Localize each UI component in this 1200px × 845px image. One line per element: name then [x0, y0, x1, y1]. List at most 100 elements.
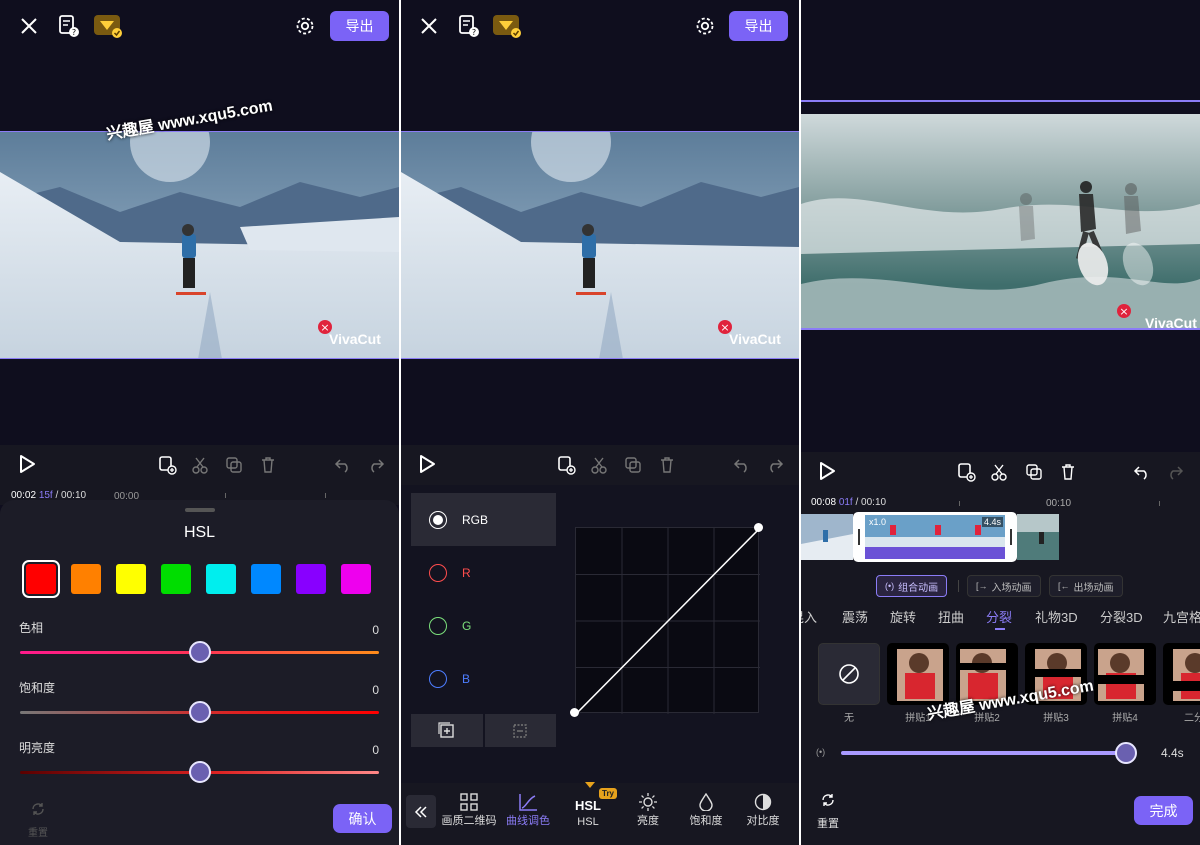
tab-brightness[interactable]: 亮度	[637, 812, 659, 828]
color-swatch[interactable]	[251, 564, 281, 594]
tab-combo-animation[interactable]: (•) 组合动画	[876, 575, 948, 597]
premium-diamond-icon[interactable]	[492, 13, 522, 39]
add-point-button[interactable]	[411, 714, 483, 747]
help-doc-icon[interactable]: ?	[58, 14, 80, 38]
split-scissors-icon[interactable]	[989, 462, 1009, 482]
category-item-selected[interactable]: 分裂	[986, 607, 1012, 626]
reset-icon[interactable]	[29, 800, 47, 818]
channel-rgb[interactable]: RGB	[411, 493, 556, 546]
color-swatch[interactable]	[71, 564, 101, 594]
color-swatch[interactable]	[116, 564, 146, 594]
effect-none[interactable]	[818, 643, 880, 705]
video-preview[interactable]: × VivaCut	[401, 131, 799, 359]
duplicate-icon[interactable]	[1024, 462, 1044, 482]
duplicate-icon[interactable]	[224, 455, 244, 475]
color-swatch[interactable]	[296, 564, 326, 594]
reset-label[interactable]: 重置	[28, 824, 48, 839]
out-animation-icon: [←	[1058, 581, 1070, 591]
brightness-slider-thumb[interactable]	[189, 761, 211, 783]
redo-icon[interactable]	[765, 455, 785, 475]
saturation-slider-thumb[interactable]	[189, 701, 211, 723]
channel-r[interactable]: R	[411, 546, 556, 599]
playback-toolbar: 00:08 01f / 00:10 00:10 x1.0 4.4s	[801, 452, 1200, 570]
trim-handle-right[interactable]	[1010, 529, 1012, 545]
effect-tile[interactable]	[1094, 643, 1156, 705]
effect-tile[interactable]	[887, 643, 949, 705]
done-button[interactable]: 完成	[1134, 796, 1193, 825]
redo-icon[interactable]	[366, 455, 386, 475]
add-clip-icon[interactable]	[557, 455, 577, 475]
curve-graph[interactable]	[575, 527, 761, 715]
effect-tile[interactable]	[1163, 643, 1200, 705]
add-clip-icon[interactable]	[957, 462, 977, 482]
add-clip-icon[interactable]	[158, 455, 178, 475]
play-icon[interactable]	[16, 453, 38, 475]
export-button[interactable]: 导出	[330, 11, 389, 41]
double-chevron-left-icon	[414, 805, 427, 818]
video-preview[interactable]: × VivaCut	[801, 100, 1200, 330]
duplicate-icon[interactable]	[623, 455, 643, 475]
selected-clip[interactable]: x1.0 4.4s	[853, 512, 1017, 562]
color-swatch[interactable]	[341, 564, 371, 594]
channel-label: R	[462, 565, 471, 580]
close-icon[interactable]	[418, 15, 440, 37]
tab-out-animation[interactable]: [← 出场动画	[1049, 575, 1123, 597]
duration-slider[interactable]	[841, 751, 1126, 755]
color-swatch[interactable]	[206, 564, 236, 594]
category-item[interactable]: 分裂3D	[1100, 607, 1143, 626]
settings-gear-icon[interactable]	[294, 15, 316, 37]
category-item[interactable]: 晃入	[801, 607, 817, 626]
category-item[interactable]: 震荡	[842, 607, 868, 626]
split-scissors-icon[interactable]	[589, 455, 609, 475]
redo-icon[interactable]	[1165, 462, 1185, 482]
play-icon[interactable]	[816, 460, 838, 482]
color-swatch-selected[interactable]	[22, 560, 60, 598]
undo-icon[interactable]	[333, 455, 353, 475]
reset-icon[interactable]	[819, 791, 837, 809]
tab-saturation[interactable]: 饱和度	[690, 812, 723, 828]
video-preview[interactable]: × VivaCut	[0, 131, 399, 359]
effect-label: 拼贴3	[1043, 713, 1069, 724]
channel-b[interactable]: B	[411, 652, 556, 705]
play-icon[interactable]	[416, 453, 438, 475]
saturation-label: 饱和度	[19, 681, 56, 695]
remove-point-button[interactable]	[484, 714, 556, 747]
tab-in-animation[interactable]: [→ 入场动画	[967, 575, 1041, 597]
color-swatch[interactable]	[161, 564, 191, 594]
clip-thumb-prev[interactable]	[801, 514, 853, 560]
clip-thumb-next[interactable]	[1017, 514, 1059, 560]
export-button[interactable]: 导出	[729, 11, 788, 41]
curve-point-start[interactable]	[570, 708, 579, 717]
premium-diamond-icon[interactable]	[93, 13, 123, 39]
reset-label[interactable]: 重置	[817, 815, 839, 831]
tab-contrast[interactable]: 对比度	[747, 812, 780, 828]
in-animation-icon: [→	[976, 581, 988, 591]
undo-icon[interactable]	[1132, 462, 1152, 482]
category-item[interactable]: 旋转	[890, 607, 916, 626]
tab-hsl[interactable]: HSL	[577, 816, 598, 828]
delete-trash-icon[interactable]	[657, 455, 677, 475]
split-scissors-icon[interactable]	[190, 455, 210, 475]
delete-trash-icon[interactable]	[1058, 462, 1078, 482]
close-icon[interactable]	[18, 15, 40, 37]
delete-trash-icon[interactable]	[258, 455, 278, 475]
help-doc-icon[interactable]: ?	[458, 14, 480, 38]
category-item[interactable]: 礼物3D	[1035, 607, 1078, 626]
duration-slider-thumb[interactable]	[1115, 742, 1137, 764]
collapse-button[interactable]	[406, 795, 436, 828]
hue-slider-thumb[interactable]	[189, 641, 211, 663]
undo-icon[interactable]	[732, 455, 752, 475]
svg-text:?: ?	[72, 28, 76, 37]
channel-label: RGB	[462, 512, 489, 527]
tab-quality-qrcode[interactable]: 画质二维码	[442, 812, 497, 828]
confirm-button[interactable]: 确认	[333, 804, 392, 833]
radio-selected-icon	[429, 510, 447, 529]
channel-g[interactable]: G	[411, 599, 556, 652]
category-item[interactable]: 扭曲	[938, 607, 964, 626]
sheet-handle[interactable]	[185, 508, 215, 512]
curve-point-end[interactable]	[754, 523, 763, 532]
category-item[interactable]: 九宫格	[1163, 607, 1200, 626]
settings-gear-icon[interactable]	[694, 15, 716, 37]
tab-curves[interactable]: 曲线调色	[506, 812, 550, 828]
trim-handle-left[interactable]	[858, 529, 860, 545]
